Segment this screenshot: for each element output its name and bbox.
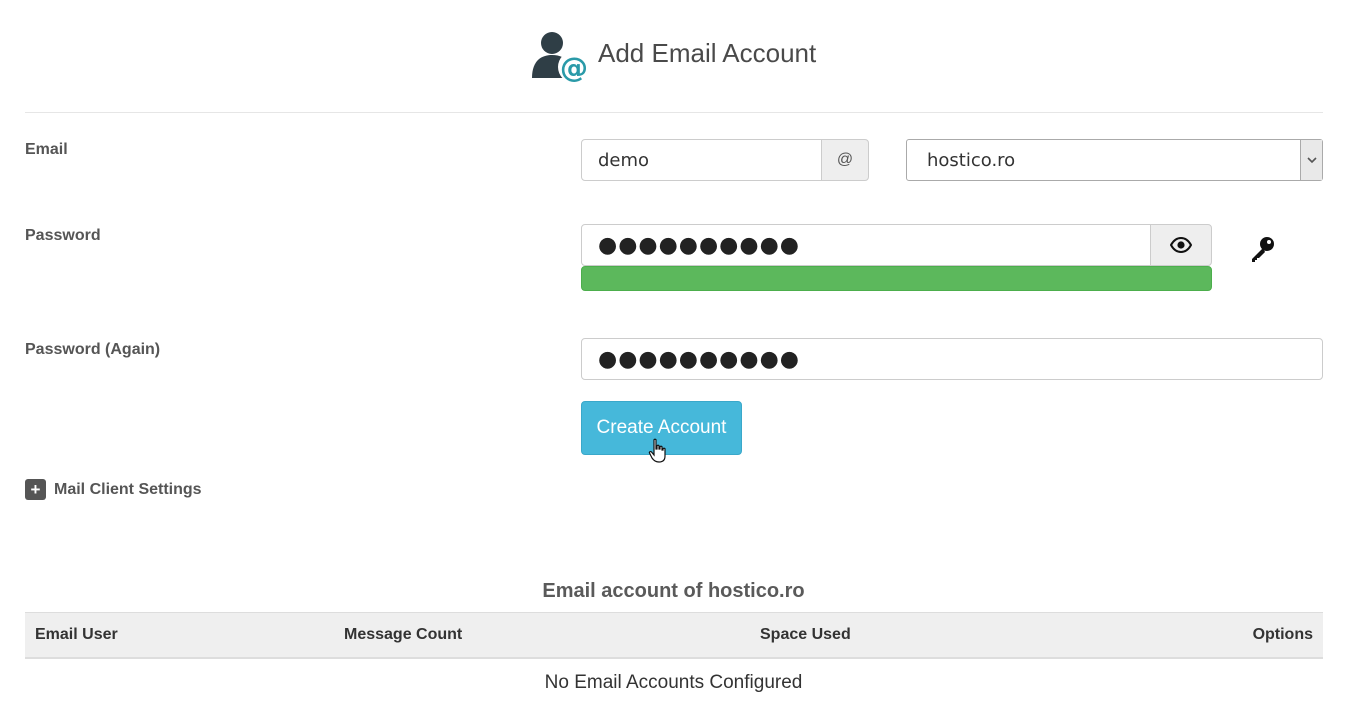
page-header: @ Add Email Account xyxy=(0,0,1347,112)
email-label: Email xyxy=(25,141,68,158)
user-email-icon: @ xyxy=(532,32,590,84)
password-strength-meter xyxy=(581,266,1212,291)
column-header-email-user[interactable]: Email User xyxy=(35,626,118,644)
eye-icon xyxy=(1170,237,1192,253)
password-again-label: Password (Again) xyxy=(25,341,161,358)
column-header-message-count[interactable]: Message Count xyxy=(344,626,462,644)
domain-select-value: hostico.ro xyxy=(927,150,1016,171)
show-password-button[interactable] xyxy=(1150,224,1212,266)
header-divider xyxy=(25,112,1323,113)
chevron-down-icon[interactable] xyxy=(1300,140,1322,180)
empty-table-message: No Email Accounts Configured xyxy=(544,672,803,693)
mail-client-settings-label: Mail Client Settings xyxy=(54,480,202,498)
accounts-table-title: Email account of hostico.ro xyxy=(542,580,805,602)
password-input[interactable]: ●●●●●●●●●● xyxy=(581,224,1152,266)
email-user-input[interactable]: demo xyxy=(581,139,823,181)
at-addon: @ xyxy=(821,139,869,181)
generate-password-button[interactable] xyxy=(1246,232,1280,266)
accounts-table-header: Email User Message Count Space Used Opti… xyxy=(25,612,1323,659)
svg-text:@: @ xyxy=(560,51,588,84)
password-again-input[interactable]: ●●●●●●●●●● xyxy=(581,338,1323,380)
key-icon xyxy=(1252,237,1274,262)
hand-cursor-icon xyxy=(648,438,666,463)
column-header-space-used[interactable]: Space Used xyxy=(760,626,851,644)
password-label: Password xyxy=(25,227,101,244)
plus-icon: + xyxy=(25,479,46,500)
domain-select[interactable]: hostico.ro xyxy=(906,139,1323,181)
column-header-options: Options xyxy=(1252,626,1313,643)
page-title: Add Email Account xyxy=(598,38,817,68)
mail-client-settings-toggle[interactable]: + Mail Client Settings xyxy=(25,479,202,500)
